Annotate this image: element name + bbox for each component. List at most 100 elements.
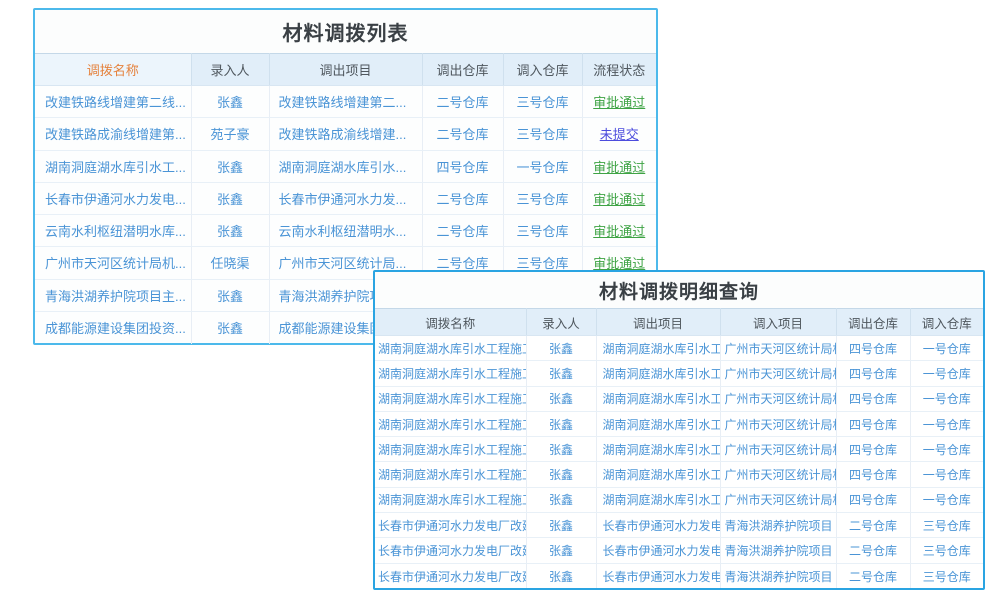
cell-out_project: 湖南洞庭湖水库引水工程施	[596, 386, 720, 411]
table-row[interactable]: 湖南洞庭湖水库引水工程施工I标张鑫湖南洞庭湖水库引水工程施广州市天河区统计局机关…	[375, 487, 983, 512]
cell-entry: 张鑫	[526, 411, 596, 436]
table-row[interactable]: 湖南洞庭湖水库引水工程施工I标张鑫湖南洞庭湖水库引水工程施广州市天河区统计局机关…	[375, 437, 983, 462]
status-link[interactable]: 未提交	[600, 127, 639, 142]
cell-out_wh: 二号仓库	[422, 215, 503, 247]
column-header-entry[interactable]: 录入人	[526, 309, 596, 336]
cell-out_wh: 四号仓库	[836, 437, 910, 462]
cell-in_wh: 三号仓库	[910, 538, 983, 563]
cell-out_wh: 四号仓库	[836, 386, 910, 411]
cell-entry: 苑子豪	[191, 118, 269, 150]
column-header-in_wh[interactable]: 调入仓库	[910, 309, 983, 336]
status-link[interactable]: 审批通过	[593, 95, 645, 110]
cell-in_wh: 一号仓库	[503, 150, 582, 182]
table-row[interactable]: 改建铁路线增建第二线...张鑫改建铁路线增建第二...二号仓库三号仓库审批通过	[35, 86, 656, 118]
cell-in_wh: 一号仓库	[910, 336, 983, 361]
cell-name: 改建铁路成渝线增建第...	[35, 118, 191, 150]
cell-in_wh: 三号仓库	[503, 215, 582, 247]
cell-in_wh: 三号仓库	[503, 86, 582, 118]
cell-out_wh: 二号仓库	[836, 563, 910, 588]
column-header-out_project[interactable]: 调出项目	[596, 309, 720, 336]
cell-in_wh: 三号仓库	[503, 118, 582, 150]
cell-in_project: 广州市天河区统计局机关	[720, 411, 836, 436]
detail-window-title: 材料调拨明细查询	[375, 272, 983, 308]
cell-out_project: 湖南洞庭湖水库引水工程施	[596, 487, 720, 512]
cell-in_wh: 一号仓库	[910, 361, 983, 386]
cell-out_project: 长春市伊通河水力发...	[269, 182, 422, 214]
cell-entry: 张鑫	[526, 487, 596, 512]
column-header-in_wh[interactable]: 调入仓库	[503, 54, 582, 86]
column-header-in_project[interactable]: 调入项目	[720, 309, 836, 336]
cell-out_wh: 二号仓库	[422, 86, 503, 118]
table-row[interactable]: 云南水利枢纽潜明水库...张鑫云南水利枢纽潜明水...二号仓库三号仓库审批通过	[35, 215, 656, 247]
cell-status: 审批通过	[582, 182, 656, 214]
cell-name: 湖南洞庭湖水库引水工程施工I标	[375, 386, 526, 411]
cell-status: 审批通过	[582, 150, 656, 182]
cell-in_wh: 一号仓库	[910, 462, 983, 487]
table-row[interactable]: 湖南洞庭湖水库引水工程施工I标张鑫湖南洞庭湖水库引水工程施广州市天河区统计局机关…	[375, 411, 983, 436]
cell-in_wh: 三号仓库	[910, 513, 983, 538]
cell-out_project: 长春市伊通河水力发电厂	[596, 538, 720, 563]
cell-out_project: 改建铁路成渝线增建...	[269, 118, 422, 150]
cell-out_project: 改建铁路线增建第二...	[269, 86, 422, 118]
cell-entry: 张鑫	[526, 336, 596, 361]
cell-in_wh: 三号仓库	[503, 182, 582, 214]
cell-name: 长春市伊通河水力发电...	[35, 182, 191, 214]
material-transfer-detail-window: 材料调拨明细查询 调拨名称录入人调出项目调入项目调出仓库调入仓库 湖南洞庭湖水库…	[373, 270, 985, 590]
cell-in_wh: 一号仓库	[910, 411, 983, 436]
table-row[interactable]: 长春市伊通河水力发电厂改建工程张鑫长春市伊通河水力发电厂青海洪湖养护院项目二号仓…	[375, 563, 983, 588]
cell-in_project: 青海洪湖养护院项目	[720, 563, 836, 588]
table-row[interactable]: 湖南洞庭湖水库引水工程施工I标张鑫湖南洞庭湖水库引水工程施广州市天河区统计局机关…	[375, 336, 983, 361]
cell-out_project: 长春市伊通河水力发电厂	[596, 513, 720, 538]
cell-status: 未提交	[582, 118, 656, 150]
detail-header-row: 调拨名称录入人调出项目调入项目调出仓库调入仓库	[375, 309, 983, 336]
column-header-status[interactable]: 流程状态	[582, 54, 656, 86]
cell-entry: 张鑫	[526, 563, 596, 588]
cell-entry: 张鑫	[526, 538, 596, 563]
cell-entry: 张鑫	[526, 361, 596, 386]
list-window-title: 材料调拨列表	[35, 10, 656, 53]
table-row[interactable]: 湖南洞庭湖水库引水工程施工I标张鑫湖南洞庭湖水库引水工程施广州市天河区统计局机关…	[375, 361, 983, 386]
cell-out_project: 云南水利枢纽潜明水...	[269, 215, 422, 247]
cell-in_project: 青海洪湖养护院项目	[720, 513, 836, 538]
cell-out_project: 湖南洞庭湖水库引水工程施	[596, 462, 720, 487]
cell-in_project: 广州市天河区统计局机关	[720, 437, 836, 462]
table-row[interactable]: 湖南洞庭湖水库引水工程施工I标张鑫湖南洞庭湖水库引水工程施广州市天河区统计局机关…	[375, 462, 983, 487]
cell-name: 广州市天河区统计局机...	[35, 247, 191, 279]
detail-table-body: 湖南洞庭湖水库引水工程施工I标张鑫湖南洞庭湖水库引水工程施广州市天河区统计局机关…	[375, 336, 983, 589]
table-row[interactable]: 长春市伊通河水力发电厂改建工程张鑫长春市伊通河水力发电厂青海洪湖养护院项目二号仓…	[375, 513, 983, 538]
column-header-out_wh[interactable]: 调出仓库	[836, 309, 910, 336]
cell-in_wh: 三号仓库	[910, 563, 983, 588]
table-row[interactable]: 长春市伊通河水力发电厂改建工程张鑫长春市伊通河水力发电厂青海洪湖养护院项目二号仓…	[375, 538, 983, 563]
cell-status: 审批通过	[582, 215, 656, 247]
cell-name: 湖南洞庭湖水库引水工...	[35, 150, 191, 182]
table-row[interactable]: 湖南洞庭湖水库引水工程施工I标张鑫湖南洞庭湖水库引水工程施广州市天河区统计局机关…	[375, 386, 983, 411]
status-link[interactable]: 审批通过	[593, 192, 645, 207]
column-header-name[interactable]: 调拨名称	[375, 309, 526, 336]
cell-name: 湖南洞庭湖水库引水工程施工I标	[375, 487, 526, 512]
cell-name: 湖南洞庭湖水库引水工程施工I标	[375, 462, 526, 487]
status-link[interactable]: 审批通过	[593, 160, 645, 175]
table-row[interactable]: 改建铁路成渝线增建第...苑子豪改建铁路成渝线增建...二号仓库三号仓库 未提交	[35, 118, 656, 150]
column-header-out_project[interactable]: 调出项目	[269, 54, 422, 86]
cell-out_wh: 二号仓库	[422, 182, 503, 214]
cell-out_wh: 二号仓库	[422, 118, 503, 150]
status-link[interactable]: 审批通过	[593, 224, 645, 239]
cell-in_project: 广州市天河区统计局机关	[720, 386, 836, 411]
cell-out_wh: 四号仓库	[836, 361, 910, 386]
cell-in_wh: 一号仓库	[910, 487, 983, 512]
cell-name: 长春市伊通河水力发电厂改建工程	[375, 538, 526, 563]
cell-entry: 张鑫	[191, 215, 269, 247]
cell-entry: 张鑫	[526, 513, 596, 538]
cell-entry: 张鑫	[191, 279, 269, 311]
cell-out_project: 湖南洞庭湖水库引水工程施	[596, 437, 720, 462]
column-header-name[interactable]: 调拨名称	[35, 54, 191, 86]
cell-name: 湖南洞庭湖水库引水工程施工I标	[375, 361, 526, 386]
column-header-entry[interactable]: 录入人	[191, 54, 269, 86]
table-row[interactable]: 长春市伊通河水力发电...张鑫长春市伊通河水力发...二号仓库三号仓库审批通过	[35, 182, 656, 214]
cell-in_project: 青海洪湖养护院项目	[720, 538, 836, 563]
cell-out_wh: 二号仓库	[836, 513, 910, 538]
table-row[interactable]: 湖南洞庭湖水库引水工...张鑫湖南洞庭湖水库引水...四号仓库一号仓库审批通过	[35, 150, 656, 182]
cell-out_wh: 四号仓库	[836, 462, 910, 487]
column-header-out_wh[interactable]: 调出仓库	[422, 54, 503, 86]
cell-name: 湖南洞庭湖水库引水工程施工I标	[375, 437, 526, 462]
